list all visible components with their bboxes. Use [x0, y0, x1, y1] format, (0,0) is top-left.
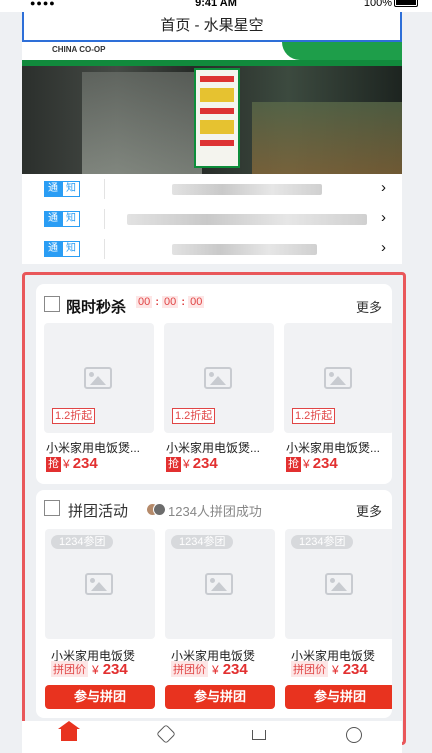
product-price: 拼团价 ¥234	[291, 661, 368, 678]
countdown-minutes: 00	[162, 296, 179, 308]
tab-category[interactable]	[152, 724, 182, 745]
nav-title: 首页 - 水果星空	[22, 12, 402, 42]
avatar-group	[146, 503, 166, 516]
banner-roof-accent	[282, 42, 402, 60]
flash-sale-more-link[interactable]: 更多	[356, 297, 382, 316]
divider	[104, 179, 105, 199]
notice-list: 通 知 › 通 知 › 通 知 ›	[22, 174, 402, 264]
store-sign: CHINA CO-OP	[52, 45, 106, 54]
countdown: 00 : 00 : 00	[136, 296, 205, 308]
notice-text	[172, 184, 322, 195]
category-icon	[156, 724, 176, 744]
notice-item[interactable]: 通 知 ›	[22, 174, 402, 204]
product-image: 1234参团	[165, 529, 275, 639]
notice-tag: 知	[62, 181, 80, 197]
divider	[104, 239, 105, 259]
flash-sale-title: 限时秒杀	[66, 299, 127, 316]
section-icon	[44, 296, 60, 312]
group-success-count: 1234人拼团成功	[168, 504, 262, 519]
group-buy-more-link[interactable]: 更多	[356, 501, 382, 520]
notice-item[interactable]: 通 知 ›	[22, 234, 402, 264]
product-price: 抢 ¥234	[286, 455, 338, 472]
status-time: 9:41 AM	[195, 0, 237, 9]
join-group-button[interactable]: 参与拼团	[45, 685, 155, 709]
group-price-tag: 拼团价	[51, 661, 88, 677]
participants-badge: 1234参团	[171, 535, 234, 549]
join-group-button[interactable]: 参与拼团	[285, 685, 392, 709]
cart-icon	[252, 730, 266, 740]
group-buy-title: 拼团活动	[68, 503, 129, 520]
home-icon	[58, 721, 80, 741]
notice-text	[172, 244, 317, 255]
image-placeholder-icon	[205, 573, 233, 595]
grab-tag: 抢	[166, 457, 181, 472]
chevron-right-icon: ›	[381, 209, 386, 226]
product-image: 1234参团	[285, 529, 392, 639]
product-name: 小米家用电饭煲...	[46, 441, 141, 455]
notice-tag: 知	[62, 241, 80, 257]
notice-tag: 通	[44, 211, 62, 227]
group-buy-section: 拼团活动 1234人拼团成功 更多 1234参团 小米家用电饭煲 拼团价 ¥234…	[36, 490, 392, 718]
group-buy-header: 拼团活动 1234人拼团成功 更多	[36, 490, 392, 520]
store-poster	[194, 68, 240, 168]
chevron-right-icon: ›	[381, 239, 386, 256]
grab-tag: 抢	[46, 457, 61, 472]
notice-item[interactable]: 通 知 ›	[22, 204, 402, 234]
battery-icon	[394, 0, 418, 7]
discount-badge: 1.2折起	[292, 408, 336, 424]
divider	[104, 209, 105, 229]
flash-sale-header: 限时秒杀 00 : 00 : 00 更多	[36, 284, 392, 316]
tab-home[interactable]	[55, 721, 85, 745]
image-placeholder-icon	[84, 367, 112, 389]
image-placeholder-icon	[324, 367, 352, 389]
notice-tag: 知	[62, 211, 80, 227]
notice-tag: 通	[44, 181, 62, 197]
flash-sale-section: 限时秒杀 00 : 00 : 00 更多 1.2折起 小米家用电饭煲... 抢 ¥…	[36, 284, 392, 484]
status-bar: ●●●● 9:41 AM 100%	[0, 0, 432, 12]
notice-tag: 通	[44, 241, 62, 257]
tab-bar	[22, 721, 402, 753]
countdown-seconds: 00	[188, 296, 205, 308]
join-group-button[interactable]: 参与拼团	[165, 685, 275, 709]
discount-badge: 1.2折起	[172, 408, 216, 424]
profile-icon	[346, 727, 362, 743]
countdown-hours: 00	[136, 296, 153, 308]
store-door	[82, 72, 202, 174]
product-price: 拼团价 ¥234	[51, 661, 128, 678]
product-price: 抢 ¥234	[166, 455, 218, 472]
signal-icon: ●●●●	[30, 0, 56, 8]
store-banner[interactable]: CHINA CO-OP	[22, 42, 402, 174]
image-placeholder-icon	[85, 573, 113, 595]
product-name: 小米家用电饭煲...	[166, 441, 261, 455]
avatar	[153, 503, 166, 516]
image-placeholder-icon	[325, 573, 353, 595]
grab-tag: 抢	[286, 457, 301, 472]
product-image: 1.2折起	[44, 323, 154, 433]
participants-badge: 1234参团	[291, 535, 354, 549]
chevron-right-icon: ›	[381, 179, 386, 196]
tab-profile[interactable]	[340, 725, 370, 745]
notice-text	[127, 214, 367, 225]
product-image: 1234参团	[45, 529, 155, 639]
section-icon	[44, 500, 60, 516]
battery-level: 100%	[363, 0, 392, 9]
product-price: 拼团价 ¥234	[171, 661, 248, 678]
product-image: 1.2折起	[284, 323, 392, 433]
product-image: 1.2折起	[164, 323, 274, 433]
store-shelf	[252, 102, 402, 174]
product-price: 抢 ¥234	[46, 455, 98, 472]
product-name: 小米家用电饭煲...	[286, 441, 381, 455]
group-price-tag: 拼团价	[171, 661, 208, 677]
participants-badge: 1234参团	[51, 535, 114, 549]
discount-badge: 1.2折起	[52, 408, 96, 424]
tab-cart[interactable]	[245, 725, 275, 745]
image-placeholder-icon	[204, 367, 232, 389]
group-price-tag: 拼团价	[291, 661, 328, 677]
